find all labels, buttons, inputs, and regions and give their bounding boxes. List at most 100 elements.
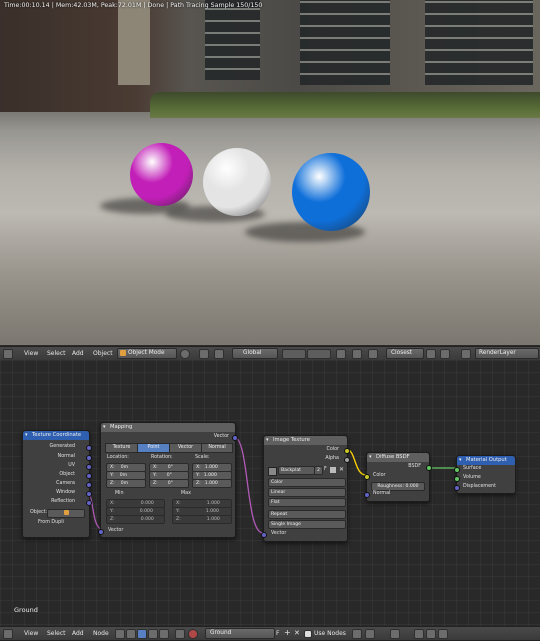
socket-alpha-out[interactable] [344, 457, 350, 463]
copy-icon[interactable] [414, 629, 424, 639]
socket-camera[interactable] [86, 482, 92, 488]
white-sphere[interactable] [203, 148, 271, 216]
shader-tree-icon[interactable] [115, 629, 125, 639]
manipulator-icon[interactable] [214, 349, 224, 359]
location-z-field[interactable]: Z: 0m [106, 479, 146, 488]
editor-type-icon[interactable] [3, 349, 13, 359]
socket-normal-in[interactable] [364, 492, 370, 498]
scale-z-field[interactable]: Z: 1.000 [192, 479, 232, 488]
texture-tree-icon[interactable] [126, 629, 136, 639]
image-users-count[interactable]: 2 [314, 466, 323, 475]
eyedropper-icon[interactable] [352, 629, 362, 639]
image-browse-icon[interactable] [268, 467, 277, 476]
object-field[interactable] [47, 509, 85, 518]
socket-vector-in[interactable] [261, 532, 267, 538]
slot-icon[interactable] [175, 629, 185, 639]
socket-volume-in[interactable] [454, 476, 460, 482]
socket-color-out[interactable] [344, 448, 350, 454]
socket-generated[interactable] [86, 445, 92, 451]
roughness-slider[interactable]: Roughness: 0.000 [371, 482, 425, 491]
menu-object[interactable]: Object [93, 350, 113, 357]
orientation-dropdown[interactable]: Global [232, 348, 278, 359]
paste-icon[interactable] [426, 629, 436, 639]
color-space-dropdown[interactable]: Color [268, 478, 346, 487]
world-shader-icon[interactable] [148, 629, 158, 639]
node-header[interactable]: Material Output [457, 456, 515, 465]
socket-reflection[interactable] [86, 500, 92, 506]
socket-uv[interactable] [86, 464, 92, 470]
socket-displacement-in[interactable] [454, 485, 460, 491]
socket-color-in[interactable] [364, 474, 370, 480]
unlink-icon[interactable]: ✕ [339, 466, 344, 473]
tab-texture[interactable]: Texture [105, 443, 138, 453]
rotation-z-field[interactable]: Z: 0° [149, 479, 189, 488]
open-image-icon[interactable] [330, 467, 336, 473]
linestyle-icon[interactable] [159, 629, 169, 639]
extension-dropdown[interactable]: Repeat [268, 510, 346, 519]
opengl-render-icon[interactable] [426, 349, 436, 359]
max-z-field[interactable]: Z: 1.000 [172, 515, 232, 524]
tab-point[interactable]: Point [137, 443, 170, 453]
socket-surface-in[interactable] [454, 467, 460, 473]
node-header[interactable]: Image Texture [264, 436, 347, 445]
image-selector[interactable]: Backplat 2 F ✕ [268, 466, 344, 476]
menu-view[interactable]: View [24, 630, 38, 637]
socket-vector-in[interactable] [98, 529, 104, 535]
layers-icon[interactable] [282, 349, 306, 359]
pause-icon[interactable] [461, 349, 471, 359]
menu-node[interactable]: Node [93, 630, 109, 637]
snap-icon[interactable] [368, 349, 378, 359]
proportional-edit-icon[interactable] [352, 349, 362, 359]
node-editor[interactable]: Texture Coordinate Generated Normal UV O… [0, 360, 540, 626]
viewport-shading-icon[interactable] [180, 349, 190, 359]
pivot-icon[interactable] [199, 349, 209, 359]
material-icon[interactable] [188, 629, 198, 639]
diffuse-bsdf-node[interactable]: Diffuse BSDF BSDF Color Roughness: 0.000… [364, 452, 432, 502]
interpolation-dropdown[interactable]: Linear [268, 488, 346, 497]
menu-select[interactable]: Select [47, 350, 66, 357]
tab-vector[interactable]: Vector [169, 443, 202, 453]
texture-coordinate-node[interactable]: Texture Coordinate Generated Normal UV O… [22, 430, 92, 538]
menu-select[interactable]: Select [47, 630, 66, 637]
projection-dropdown[interactable]: Flat [268, 498, 346, 507]
socket-normal[interactable] [86, 455, 92, 461]
render-animation-icon[interactable] [440, 349, 450, 359]
magenta-sphere[interactable] [130, 143, 193, 206]
render-icon[interactable] [438, 629, 448, 639]
node-header[interactable]: Texture Coordinate [23, 431, 89, 440]
mode-dropdown[interactable]: Object Mode [117, 348, 177, 359]
menu-view[interactable]: View [24, 350, 38, 357]
socket-bsdf-out[interactable] [426, 465, 432, 471]
backdrop-icon[interactable] [390, 629, 400, 639]
from-dupli-checkbox[interactable]: From Dupli [38, 520, 64, 525]
mapping-node[interactable]: Mapping Vector Texture Point Vector Norm… [98, 422, 238, 538]
image-name-field[interactable]: Backplat [278, 466, 315, 475]
fake-user-toggle[interactable]: F [276, 630, 279, 637]
render-layer-dropdown[interactable]: RenderLayer [475, 348, 539, 359]
3d-viewport[interactable]: Time:00:10.14 | Mem:42.03M, Peak:72.01M … [0, 0, 540, 345]
image-texture-node[interactable]: Image Texture Color Alpha Backplat 2 F ✕… [261, 435, 350, 542]
tab-normal[interactable]: Normal [201, 443, 233, 453]
unlink-material-icon[interactable]: ✕ [294, 629, 300, 637]
material-selector[interactable]: Ground [205, 628, 275, 639]
min-z-field[interactable]: Z: 0.000 [106, 515, 165, 524]
lock-layers-icon[interactable] [336, 349, 346, 359]
node-header[interactable]: Diffuse BSDF [367, 453, 429, 462]
menu-add[interactable]: Add [72, 350, 84, 357]
layers-icon[interactable] [307, 349, 331, 359]
node-header[interactable]: Mapping [101, 423, 235, 432]
use-nodes-label[interactable]: Use Nodes [314, 630, 346, 637]
use-nodes-checkbox[interactable] [304, 630, 312, 638]
editor-type-icon[interactable] [3, 629, 13, 639]
snap-icon[interactable] [365, 629, 375, 639]
socket-window[interactable] [86, 491, 92, 497]
socket-vector-out[interactable] [232, 435, 238, 441]
fake-user-toggle[interactable]: F [324, 467, 327, 472]
blue-sphere[interactable] [292, 153, 370, 231]
source-dropdown[interactable]: Single Image [268, 520, 346, 529]
socket-object[interactable] [86, 473, 92, 479]
material-output-node[interactable]: Material Output Surface Volume Displacem… [454, 455, 516, 494]
menu-add[interactable]: Add [72, 630, 84, 637]
add-material-icon[interactable]: + [284, 628, 291, 637]
object-shader-icon[interactable] [137, 629, 147, 639]
